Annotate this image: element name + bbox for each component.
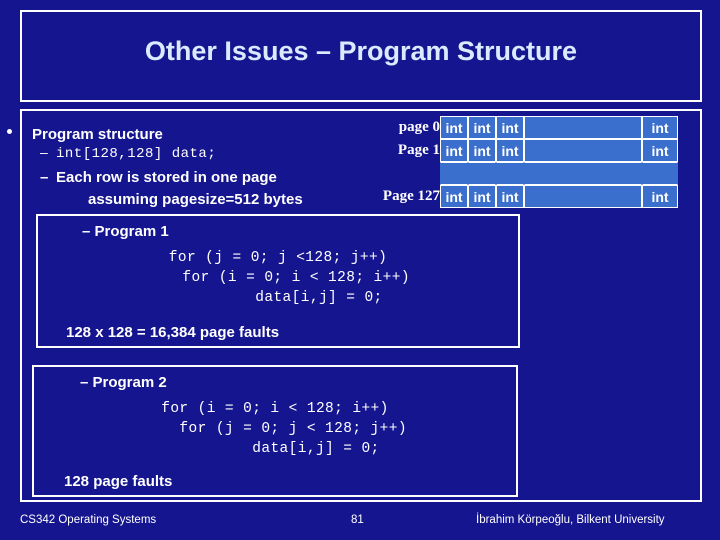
slide-footer: CS342 Operating Systems 81 İbrahim Körpe… bbox=[0, 510, 720, 534]
page-title: Other Issues – Program Structure bbox=[144, 36, 578, 66]
table-row: Page 1 int int int int bbox=[360, 139, 678, 162]
table-cell: int bbox=[468, 185, 496, 208]
table-cell-empty bbox=[524, 162, 642, 185]
table-cell-empty bbox=[440, 162, 468, 185]
table-row: page 0 int int int int bbox=[360, 116, 678, 139]
table-cell: int bbox=[468, 116, 496, 139]
program2-code: for (i = 0; i < 128; i++) for (j = 0; j … bbox=[161, 401, 407, 457]
bullet-eachrow-row: – Each row is stored in one page bbox=[40, 169, 277, 186]
program2-page-faults: 128 page faults bbox=[64, 473, 173, 490]
table-cell: int bbox=[496, 139, 524, 162]
table-cell: int bbox=[440, 185, 468, 208]
table-cell-empty bbox=[496, 162, 524, 185]
program2-title: – Program 2 bbox=[80, 374, 167, 391]
table-row: Page 127 int int int int bbox=[360, 185, 678, 208]
dash-icon: – bbox=[40, 169, 49, 186]
table-row-ellipsis bbox=[360, 162, 678, 185]
page-label: Page 1 bbox=[397, 142, 440, 158]
page-memory-table: page 0 int int int int Page 1 int int in… bbox=[360, 116, 678, 208]
table-cell: int bbox=[440, 139, 468, 162]
table-cell: int bbox=[642, 185, 678, 208]
table-cell: int bbox=[468, 139, 496, 162]
declaration-code: int[128,128] data; bbox=[56, 146, 217, 162]
footer-page-number: 81 bbox=[351, 514, 364, 526]
table-cell-empty bbox=[524, 116, 642, 139]
bullet-dot-icon bbox=[7, 129, 12, 134]
dash-icon: – bbox=[40, 144, 48, 160]
table-cell: int bbox=[642, 116, 678, 139]
table-cell: int bbox=[642, 139, 678, 162]
table-cell-empty bbox=[642, 162, 678, 185]
footer-course-label: CS342 Operating Systems bbox=[20, 514, 157, 526]
table-cell-empty bbox=[524, 139, 642, 162]
table-cell: int bbox=[496, 185, 524, 208]
footer-author-label: İbrahim Körpeoğlu, Bilkent University bbox=[476, 514, 665, 526]
assuming-pagesize-label: assuming pagesize=512 bytes bbox=[88, 191, 303, 208]
page-label-empty bbox=[360, 162, 440, 185]
program1-box: – Program 1 for (j = 0; j <128; j++) for… bbox=[36, 214, 520, 348]
page-label: Page 127 bbox=[382, 188, 440, 204]
program2-box: – Program 2 for (i = 0; i < 128; i++) fo… bbox=[32, 365, 518, 497]
program1-title: – Program 1 bbox=[82, 223, 169, 240]
page-table-container: page 0 int int int int Page 1 int int in… bbox=[360, 116, 678, 208]
bullet-level1-label: Program structure bbox=[32, 126, 163, 143]
table-cell: int bbox=[440, 116, 468, 139]
slide-canvas: Other Issues – Program Structure Program… bbox=[0, 0, 720, 540]
page-label: page 0 bbox=[398, 119, 440, 135]
program1-code: for (j = 0; j <128; j++) for (i = 0; i <… bbox=[168, 250, 410, 306]
table-cell: int bbox=[496, 116, 524, 139]
table-cell-empty bbox=[524, 185, 642, 208]
bullet-declaration-row: – int[128,128] data; bbox=[40, 144, 216, 162]
eachrow-label: Each row is stored in one page bbox=[56, 169, 277, 186]
table-cell-empty bbox=[468, 162, 496, 185]
program1-page-faults: 128 x 128 = 16,384 page faults bbox=[66, 324, 280, 341]
